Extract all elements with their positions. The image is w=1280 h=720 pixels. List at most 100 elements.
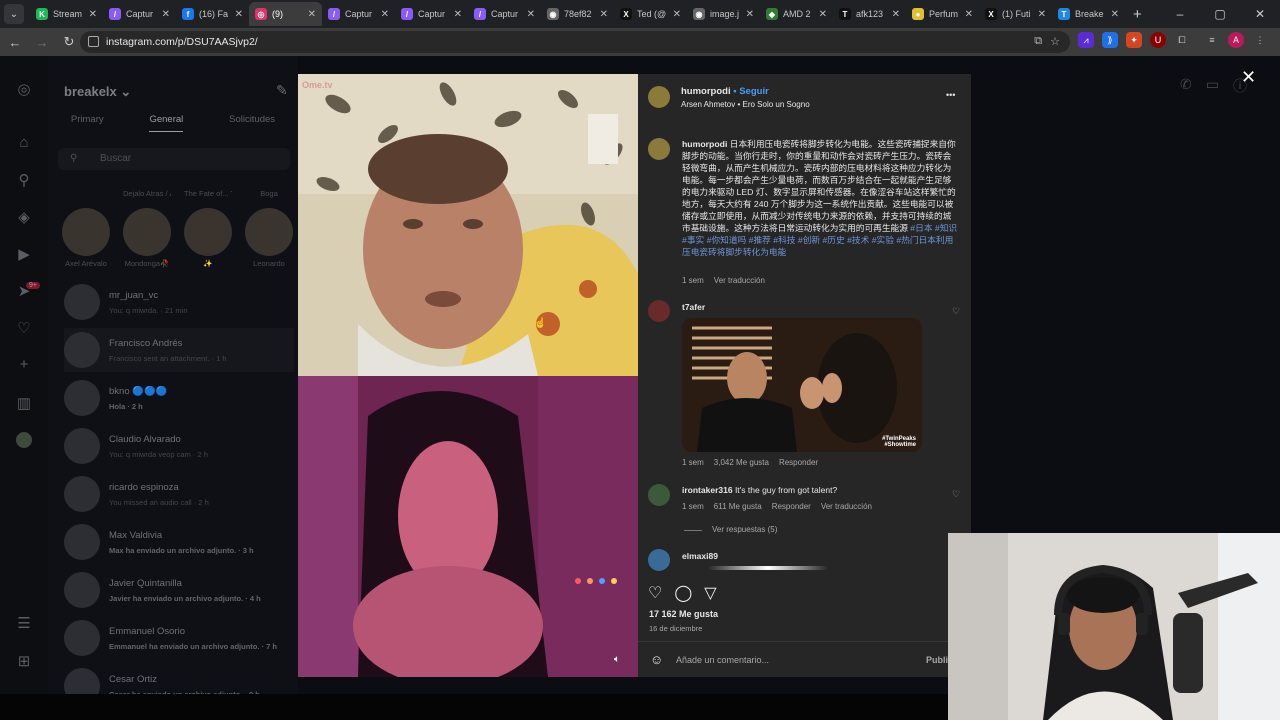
comment-like-heart-icon[interactable]: ♡ — [952, 306, 961, 316]
install-app-icon[interactable]: ⧉ — [1034, 35, 1042, 48]
media-control-icon[interactable]: ≡ — [1204, 32, 1220, 48]
bookmark-star-icon[interactable]: ☆ — [1050, 35, 1060, 48]
tab-close-icon[interactable]: ✕ — [162, 9, 170, 20]
dm-username[interactable]: breakelx ⌄ — [64, 84, 131, 100]
tab-close-icon[interactable]: ✕ — [673, 9, 681, 20]
profile-avatar[interactable] — [14, 432, 34, 452]
tab-close-icon[interactable]: ✕ — [600, 9, 608, 20]
extension-icon[interactable]: ⟫ — [1102, 32, 1118, 48]
browser-tab[interactable]: f (16) Fa ✕ — [176, 2, 249, 26]
forward-arrow-icon[interactable]: → — [30, 35, 54, 50]
tab-close-icon[interactable]: ✕ — [892, 9, 900, 20]
share-send-icon[interactable]: ▽ — [704, 583, 716, 603]
tab-close-icon[interactable]: ✕ — [527, 9, 535, 20]
tab-close-icon[interactable]: ✕ — [746, 9, 754, 20]
tab-general[interactable]: General — [149, 114, 184, 132]
like-heart-icon[interactable]: ♡ — [648, 583, 662, 603]
view-replies-link[interactable]: Ver respuestas (5) — [712, 525, 777, 534]
comment-avatar[interactable] — [648, 300, 670, 322]
extension-icon[interactable]: ⩘ — [1078, 32, 1094, 48]
heart-icon[interactable]: ♡ — [14, 319, 34, 339]
conversation-item[interactable]: ricardo espinoza You missed an audio cal… — [64, 472, 294, 516]
close-window-button[interactable]: ✕ — [1240, 7, 1280, 21]
tab-close-icon[interactable]: ✕ — [235, 9, 243, 20]
comment-username[interactable]: elmaxi89 — [682, 551, 718, 561]
conversation-item[interactable]: Emmanuel Osorio Emmanuel ha enviado un a… — [64, 616, 294, 660]
audio-track[interactable]: Arsen Ahmetov • Ero Solo un Sogno — [681, 100, 810, 109]
phone-icon[interactable]: ✆ — [1180, 76, 1192, 96]
browser-tab[interactable]: / Captur ✕ — [395, 2, 468, 26]
video-call-icon[interactable]: ▭ — [1206, 76, 1219, 96]
reload-icon[interactable]: ↻ — [57, 34, 81, 50]
see-translation-link[interactable]: Ver traducción — [714, 276, 765, 285]
comment-like-heart-icon[interactable]: ♡ — [952, 489, 961, 499]
browser-tab[interactable]: T afk123 ✕ — [833, 2, 906, 26]
home-icon[interactable]: ⌂ — [14, 134, 34, 154]
extensions-puzzle-icon[interactable]: ⧠ — [1174, 32, 1190, 48]
browser-tab[interactable]: X (1) Futi ✕ — [979, 2, 1052, 26]
tab-search-button[interactable]: ⌄ — [4, 4, 24, 24]
conversation-item[interactable]: Max Valdivia Max ha enviado un archivo a… — [64, 520, 294, 564]
browser-tab[interactable]: / Captur ✕ — [103, 2, 176, 26]
search-icon[interactable]: ⚲ — [14, 171, 34, 191]
reply-link[interactable]: Responder — [772, 502, 811, 511]
browser-tab[interactable]: T Breake ✕ — [1052, 2, 1125, 26]
conversation-item[interactable]: mr_juan_vc You: q miwrda. · 21 min — [64, 280, 294, 324]
close-icon[interactable]: ✕ — [1241, 67, 1256, 88]
note-item[interactable]: Dejalo Atras / Álvarez Mondonga🥀 — [123, 186, 171, 268]
comment-likes[interactable]: 611 Me gusta — [714, 502, 762, 511]
follow-button[interactable]: Seguir — [739, 86, 769, 97]
comment-bubble-icon[interactable]: ◯ — [674, 583, 692, 603]
tab-close-icon[interactable]: ✕ — [89, 9, 97, 20]
tab-close-icon[interactable]: ✕ — [381, 9, 389, 20]
conversation-item[interactable]: Claudio Alvarado You: q miwrda veop cam … — [64, 424, 294, 468]
note-item[interactable]: Axel Arévalo — [62, 186, 110, 268]
ublock-icon[interactable]: U — [1150, 32, 1166, 48]
browser-tab[interactable]: ◉ image.j ✕ — [687, 2, 760, 26]
menu-kebab-icon[interactable]: ⋮ — [1252, 32, 1268, 48]
back-arrow-icon[interactable]: ← — [3, 35, 27, 50]
author-username[interactable]: humorpodi — [681, 86, 731, 97]
browser-tab[interactable]: K Stream ✕ — [30, 2, 103, 26]
more-menu-icon[interactable]: ☰ — [14, 614, 34, 634]
post-media[interactable]: Ome.tv ☝ 🔈︎ — [298, 74, 638, 677]
new-message-icon[interactable]: ✎ — [276, 82, 288, 99]
new-tab-button[interactable]: + — [1133, 6, 1142, 23]
browser-tab[interactable]: ◆ AMD 2 ✕ — [760, 2, 833, 26]
comment-username[interactable]: t7afer — [682, 302, 705, 312]
mute-icon[interactable]: 🔈︎ — [614, 654, 620, 665]
instagram-logo-icon[interactable]: ◎ — [14, 80, 34, 100]
tab-close-icon[interactable]: ✕ — [1111, 9, 1119, 20]
browser-tab[interactable]: / Captur ✕ — [468, 2, 541, 26]
more-options-icon[interactable]: ••• — [946, 90, 955, 100]
minimize-button[interactable]: – — [1160, 7, 1200, 21]
create-icon[interactable]: + — [14, 356, 34, 376]
tab-close-icon[interactable]: ✕ — [308, 9, 316, 20]
site-info-icon[interactable] — [88, 36, 99, 47]
tab-close-icon[interactable]: ✕ — [1038, 9, 1046, 20]
note-item[interactable]: Boga Leonardo — [245, 186, 293, 268]
comment-avatar[interactable] — [648, 484, 670, 506]
tab-close-icon[interactable]: ✕ — [965, 9, 973, 20]
emoji-icon[interactable]: ☺ — [650, 652, 663, 667]
caption-avatar[interactable] — [648, 138, 670, 160]
conversation-item[interactable]: Javier Quintanilla Javier ha enviado un … — [64, 568, 294, 612]
comment-gif[interactable]: #TwinPeaks #Showtime — [682, 318, 922, 452]
comment-likes[interactable]: 3,042 Me gusta — [714, 458, 769, 467]
browser-tab[interactable]: ◎ (9) ✕ — [249, 2, 322, 26]
browser-tab[interactable]: / Captur ✕ — [322, 2, 395, 26]
comment-username[interactable]: irontaker316 — [682, 485, 733, 495]
post-likes[interactable]: 17 162 Me gusta — [649, 609, 718, 619]
note-item[interactable]: The Fate of... Taylor Swift · No la supe… — [184, 186, 232, 268]
profile-avatar[interactable]: A — [1228, 32, 1244, 48]
apps-icon[interactable]: ⊞ — [14, 652, 34, 672]
maximize-button[interactable]: ▢ — [1200, 7, 1240, 21]
extension-icon[interactable]: ✦ — [1126, 32, 1142, 48]
conversation-item[interactable]: bkno 🔵🔵🔵 Hola · 2 h — [64, 376, 294, 420]
browser-tab[interactable]: ● Perfum ✕ — [906, 2, 979, 26]
conversation-item[interactable]: Francisco Andrés Francisco sent an attac… — [64, 328, 294, 372]
tab-close-icon[interactable]: ✕ — [454, 9, 462, 20]
tab-close-icon[interactable]: ✕ — [819, 9, 827, 20]
dm-search-input[interactable]: ⚲ Buscar — [58, 148, 290, 170]
dashboard-icon[interactable]: ▥ — [14, 394, 34, 414]
